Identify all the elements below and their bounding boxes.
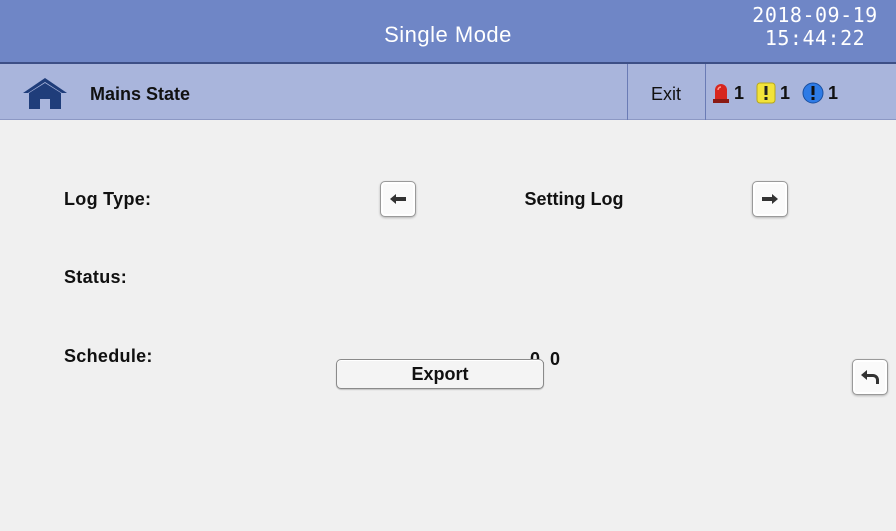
datetime-display: 2018-09-19 15:44:22 [740,4,890,50]
status-bar: Mains State Exit 1 1 1 [0,64,896,120]
prev-log-type-button[interactable] [380,181,416,217]
warning-alarm-indicator[interactable]: 1 [756,82,790,104]
time-text: 15:44:22 [764,26,866,50]
info-exclamation-icon [802,82,824,104]
alarm-indicators: 1 1 1 [712,76,844,110]
warning-exclamation-icon [756,82,776,104]
schedule-label: Schedule: [64,346,153,366]
back-button[interactable] [852,359,888,395]
next-log-type-button[interactable] [752,181,788,217]
date-text: 2018-09-19 [752,3,878,27]
mains-state-label: Mains State [90,84,191,104]
siren-alarm-icon [713,84,729,103]
log-type-value: Setting Log [524,189,624,209]
home-icon[interactable] [20,76,70,110]
info-alarm-indicator[interactable]: 1 [802,82,838,104]
arrow-left-icon [390,194,406,204]
warning-alarm-count: 1 [780,82,791,103]
return-arrow-icon [861,370,879,384]
arrow-right-icon [762,194,778,204]
log-type-label: Log Type: [64,189,152,209]
exit-button[interactable]: Exit [628,64,704,120]
log-export-panel: Log Type: Setting Log Status: Schedule: … [0,121,896,531]
info-alarm-count: 1 [828,82,839,103]
critical-alarm-indicator[interactable]: 1 [712,81,744,105]
divider [705,64,706,120]
export-button[interactable]: Export [336,359,544,389]
title-bar: Single Mode 2018-09-19 15:44:22 [0,0,896,64]
critical-alarm-count: 1 [734,82,745,103]
status-label: Status: [64,267,128,287]
